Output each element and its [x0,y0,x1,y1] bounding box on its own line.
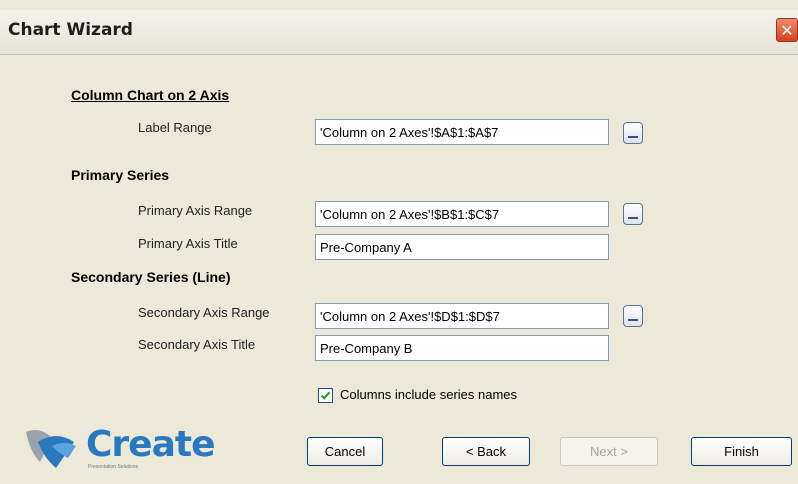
secondary-title-label: Secondary Axis Title [138,337,256,352]
secondary-range-label: Secondary Axis Range [138,305,270,320]
next-button[interactable]: Next > [560,437,658,466]
close-button[interactable]: ✕ [776,18,798,42]
primary-series-heading: Primary Series [71,167,170,183]
secondary-range-input[interactable] [315,303,609,329]
range-select-icon [628,319,638,321]
secondary-title-input[interactable] [315,335,609,361]
primary-range-input[interactable] [315,201,609,227]
primary-title-label: Primary Axis Title [138,236,238,251]
primary-title-input[interactable] [315,234,609,260]
label-range-label: Label Range [138,120,212,135]
checkmark-icon [320,391,331,400]
close-icon: ✕ [780,20,794,40]
series-names-checkbox-label[interactable]: Columns include series names [340,387,517,402]
range-select-icon [628,217,638,219]
logo-tagline: Presentation Solutions [88,464,139,470]
title-bar: Chart Wizard ✕ [0,10,798,55]
label-range-input[interactable] [315,119,609,145]
range-select-icon [628,136,638,138]
create-logo: Create Presentation Solutions [22,420,216,480]
label-range-picker-button[interactable] [623,122,643,144]
logo-text: Create [86,424,216,465]
window-title: Chart Wizard [8,20,133,40]
secondary-series-heading: Secondary Series (Line) [71,269,231,285]
finish-button[interactable]: Finish [691,437,792,466]
primary-range-label: Primary Axis Range [138,203,253,218]
create-logo-icon [26,430,76,468]
secondary-range-picker-button[interactable] [623,305,643,327]
cancel-button[interactable]: Cancel [307,437,383,466]
chart-type-heading: Column Chart on 2 Axis [71,87,230,103]
primary-range-picker-button[interactable] [623,203,643,225]
series-names-checkbox[interactable] [318,388,333,403]
back-button[interactable]: < Back [442,437,530,466]
